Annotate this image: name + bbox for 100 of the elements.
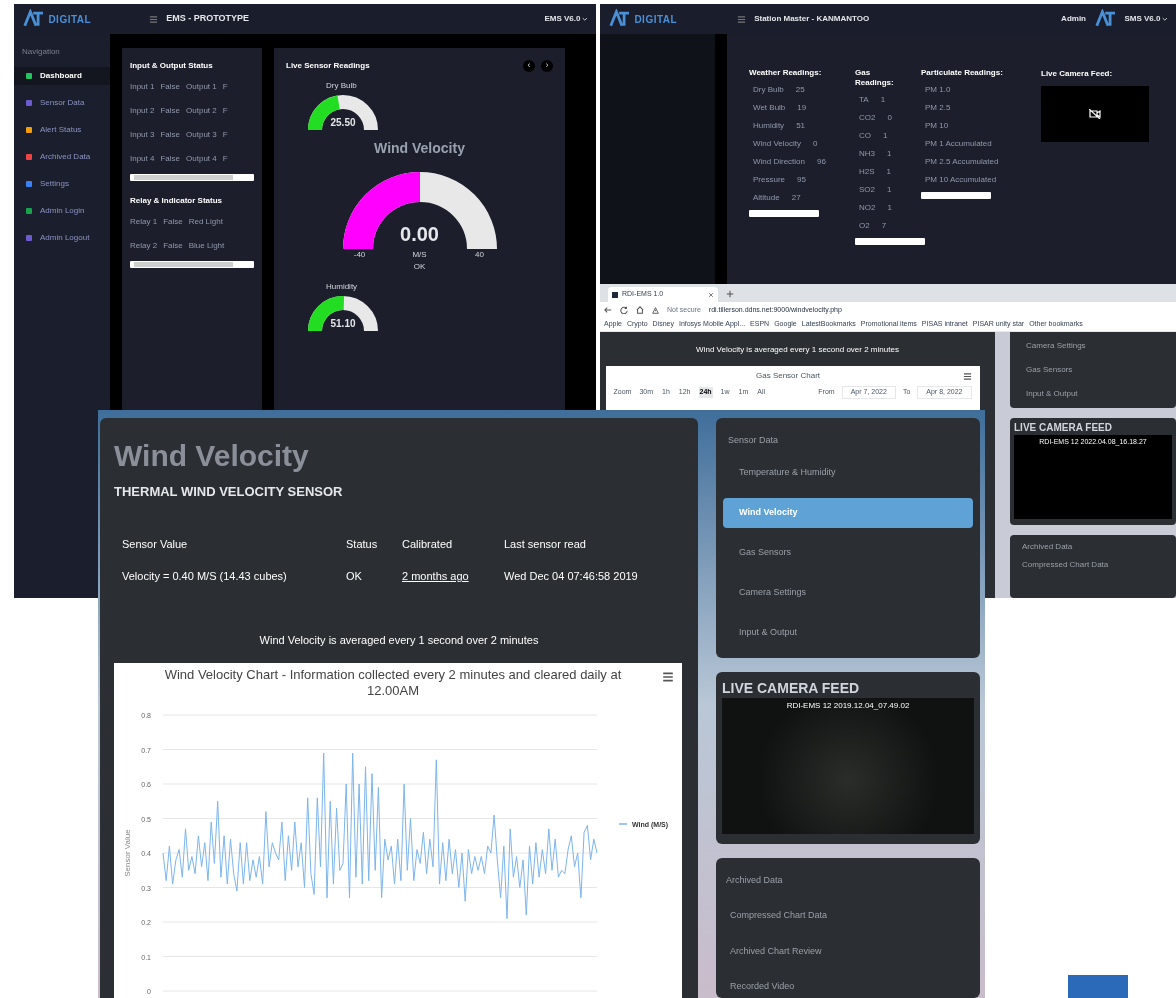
table-cell: Output 3 [186, 129, 217, 141]
info-text: Wind Velocity is averaged every 1 second over 2 minutes [696, 344, 899, 356]
gauge-max: 40 [474, 249, 485, 261]
gauge-value: 25.50 [329, 116, 357, 130]
table-cell: NH3 [859, 148, 875, 160]
table-cell: TA [859, 94, 869, 106]
nav-item[interactable]: Dashboard [14, 67, 110, 85]
camera-off-icon [1089, 109, 1101, 119]
version-menu[interactable]: SMS V6.0 [1124, 13, 1168, 25]
caret-icon [1162, 16, 1168, 22]
table-cell: 0 [887, 112, 892, 124]
scrollbar[interactable] [749, 210, 819, 217]
nav-item[interactable]: Admin Login [14, 202, 110, 220]
nav-heading: Navigation [21, 46, 61, 58]
table-cell: Input 1 [130, 81, 155, 93]
table-cell: False [160, 81, 181, 93]
gauge-min: -40 [352, 249, 367, 261]
column-header: Sensor Value [122, 536, 189, 552]
column-title: Particulate Readings: [921, 68, 1004, 78]
table-cell: 1 [887, 202, 892, 214]
table-cell: F [222, 153, 228, 165]
page-subtitle: THERMAL WIND VELOCITY SENSOR [114, 483, 344, 501]
table-cell-text: Wed Dec 04 07:46:58 2019 [504, 569, 639, 584]
table-cell: PM 10 [925, 120, 949, 132]
table-cell: Wind Direction [753, 156, 805, 168]
table-cell-text: OK [346, 569, 363, 584]
table-cell: 7 [881, 220, 887, 232]
table-cell: Wet Bulb [753, 102, 786, 114]
scrollbar[interactable] [130, 261, 254, 268]
column-header: Calibrated [402, 536, 454, 552]
gauge-value: 51.10 [329, 317, 357, 331]
scrollbar[interactable] [130, 174, 254, 181]
version-menu[interactable]: EMS V6.0 [544, 13, 588, 25]
menu-item[interactable]: Input & Output [1026, 388, 1160, 400]
panel-title: LIVE CAMERA FEED [722, 678, 861, 698]
nav-item[interactable]: Alert Status [14, 121, 110, 139]
menu-item[interactable]: Input & Output [723, 617, 973, 648]
table-cell: Dry Bulb [753, 84, 784, 96]
table-cell: Pressure [753, 174, 785, 186]
table-cell: 1 [883, 130, 888, 142]
table-cell: Relay 2 [130, 240, 158, 252]
new-tab-icon[interactable] [726, 290, 734, 298]
nav-item[interactable]: Admin Logout [14, 229, 110, 247]
nav-item[interactable]: Settings [14, 175, 110, 193]
menu-item[interactable]: Archived Chart Review [726, 944, 970, 958]
table-cell: 19 [797, 102, 807, 114]
table-cell: Altitude [753, 192, 780, 204]
table-cell: Blue Light [188, 240, 225, 252]
menu-icon[interactable] [962, 371, 972, 381]
menu-item[interactable]: Compressed Chart Data [726, 909, 970, 923]
favicon-icon [612, 291, 618, 298]
panel-title: LIVE CAMERA FEED [1014, 421, 1113, 435]
back-icon[interactable] [604, 306, 612, 314]
table-cell: Red Light [188, 216, 223, 228]
panel-heading: Archived Data [1022, 541, 1074, 553]
menu-item[interactable]: Temperature & Humidity [723, 457, 973, 488]
menu-item[interactable]: Recorded Video [726, 980, 970, 994]
user-name: Admin [1061, 13, 1086, 25]
table-cell: 27 [791, 192, 801, 204]
menu-item[interactable]: Camera Settings [1026, 340, 1160, 352]
logo-text: DIGITAL [48, 12, 92, 27]
nav-item[interactable]: Archived Data [14, 148, 110, 166]
reload-icon[interactable] [620, 306, 628, 314]
close-icon[interactable] [708, 291, 714, 298]
table-cell: F [222, 81, 228, 93]
menu-item[interactable]: Compressed Chart Data [1022, 559, 1164, 571]
gauge-value: 0.00 [399, 222, 440, 247]
link[interactable]: 2 months ago [402, 570, 469, 582]
info-text: Wind Velocity is averaged every 1 second over 2 minutes [258, 632, 540, 648]
table-cell: Humidity [753, 120, 785, 132]
menu-item[interactable]: Gas Sensors [1026, 364, 1160, 376]
table-cell: False [163, 216, 183, 228]
table-cell: NO2 [859, 202, 876, 214]
logo-text: DIGITAL [634, 12, 678, 27]
caret-icon [582, 16, 588, 22]
next-button[interactable]: › [541, 60, 553, 72]
menu-item[interactable]: Gas Sensors [723, 537, 973, 568]
taskbar-tile[interactable] [1068, 975, 1128, 998]
logo-icon [1094, 9, 1117, 29]
menu-item[interactable]: Camera Settings [723, 577, 973, 608]
gauge-label: Humidity [326, 281, 358, 293]
logo-icon [22, 9, 45, 29]
axis-title: Sensor Value [123, 829, 132, 877]
table-cell: 1 [886, 166, 891, 178]
menu-icon[interactable] [737, 14, 747, 24]
table-cell: False [163, 240, 183, 252]
menu-icon[interactable] [662, 671, 674, 683]
home-icon[interactable] [636, 306, 644, 314]
table-cell: 1 [887, 148, 892, 160]
table-cell: F [222, 105, 228, 117]
nav-item[interactable]: Sensor Data [14, 94, 110, 112]
previous-button[interactable]: ‹ [523, 60, 535, 72]
scrollbar[interactable] [855, 238, 925, 245]
menu-icon[interactable] [149, 14, 159, 24]
table-cell: Relay 1 [130, 216, 158, 228]
gauge-label: Dry Bulb [326, 80, 357, 92]
column-header: Status [346, 536, 379, 552]
scrollbar[interactable] [921, 192, 991, 199]
app-title: EMS - PROTOTYPE [166, 12, 249, 26]
panel-title: Input & Output Status [130, 60, 214, 72]
